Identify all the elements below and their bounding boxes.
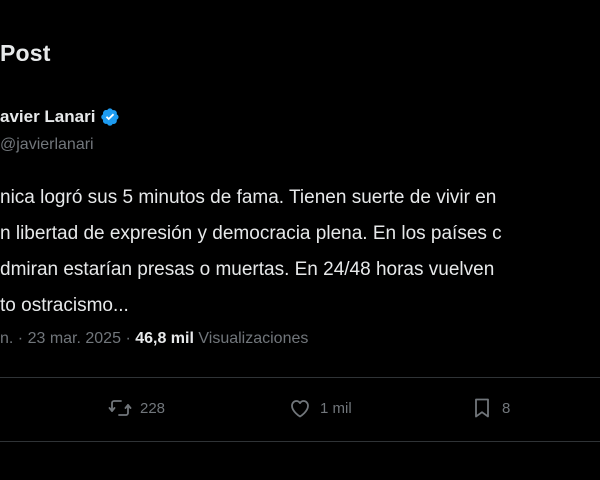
tweet-text-line: n libertad de expresión y democracia ple… [0,223,502,244]
author-handle[interactable]: @javierlanari [0,136,94,154]
repost-count: 228 [140,399,166,417]
divider [0,377,600,378]
like-icon [291,400,309,418]
meta-separator: · [17,330,28,347]
page-title: Post [0,40,51,66]
author-name[interactable]: avier Lanari [0,107,95,127]
meta-separator: · [125,330,136,347]
tweet-text-line: to ostracismo... [0,295,129,316]
views-label: Visualizaciones [198,330,309,347]
author-row: avier Lanari [0,107,120,127]
bookmark-button[interactable]: 8 [470,396,510,420]
repost-icon [108,400,132,416]
tweet-text: nica logró sus 5 minutos de fama. Tienen… [0,180,600,324]
views-count: 46,8 mil [135,330,194,347]
tweet-text-line: nica logró sus 5 minutos de fama. Tienen… [0,187,497,208]
tweet-text-line: dmiran estarían presas o muertas. En 24/… [0,259,495,280]
verified-badge-icon [100,107,120,127]
bookmark-icon [475,398,489,418]
tweet-meta: n. · 23 mar. 2025 · 46,8 mil Visualizaci… [0,330,308,348]
tweet-date[interactable]: 23 mar. 2025 [28,330,121,347]
like-count: 1 mil [320,399,352,417]
like-button[interactable]: 1 mil [288,396,352,420]
divider [0,441,600,442]
tweet-time[interactable]: n. [0,330,13,347]
bookmark-count: 8 [502,399,511,417]
repost-button[interactable]: 228 [108,396,165,420]
